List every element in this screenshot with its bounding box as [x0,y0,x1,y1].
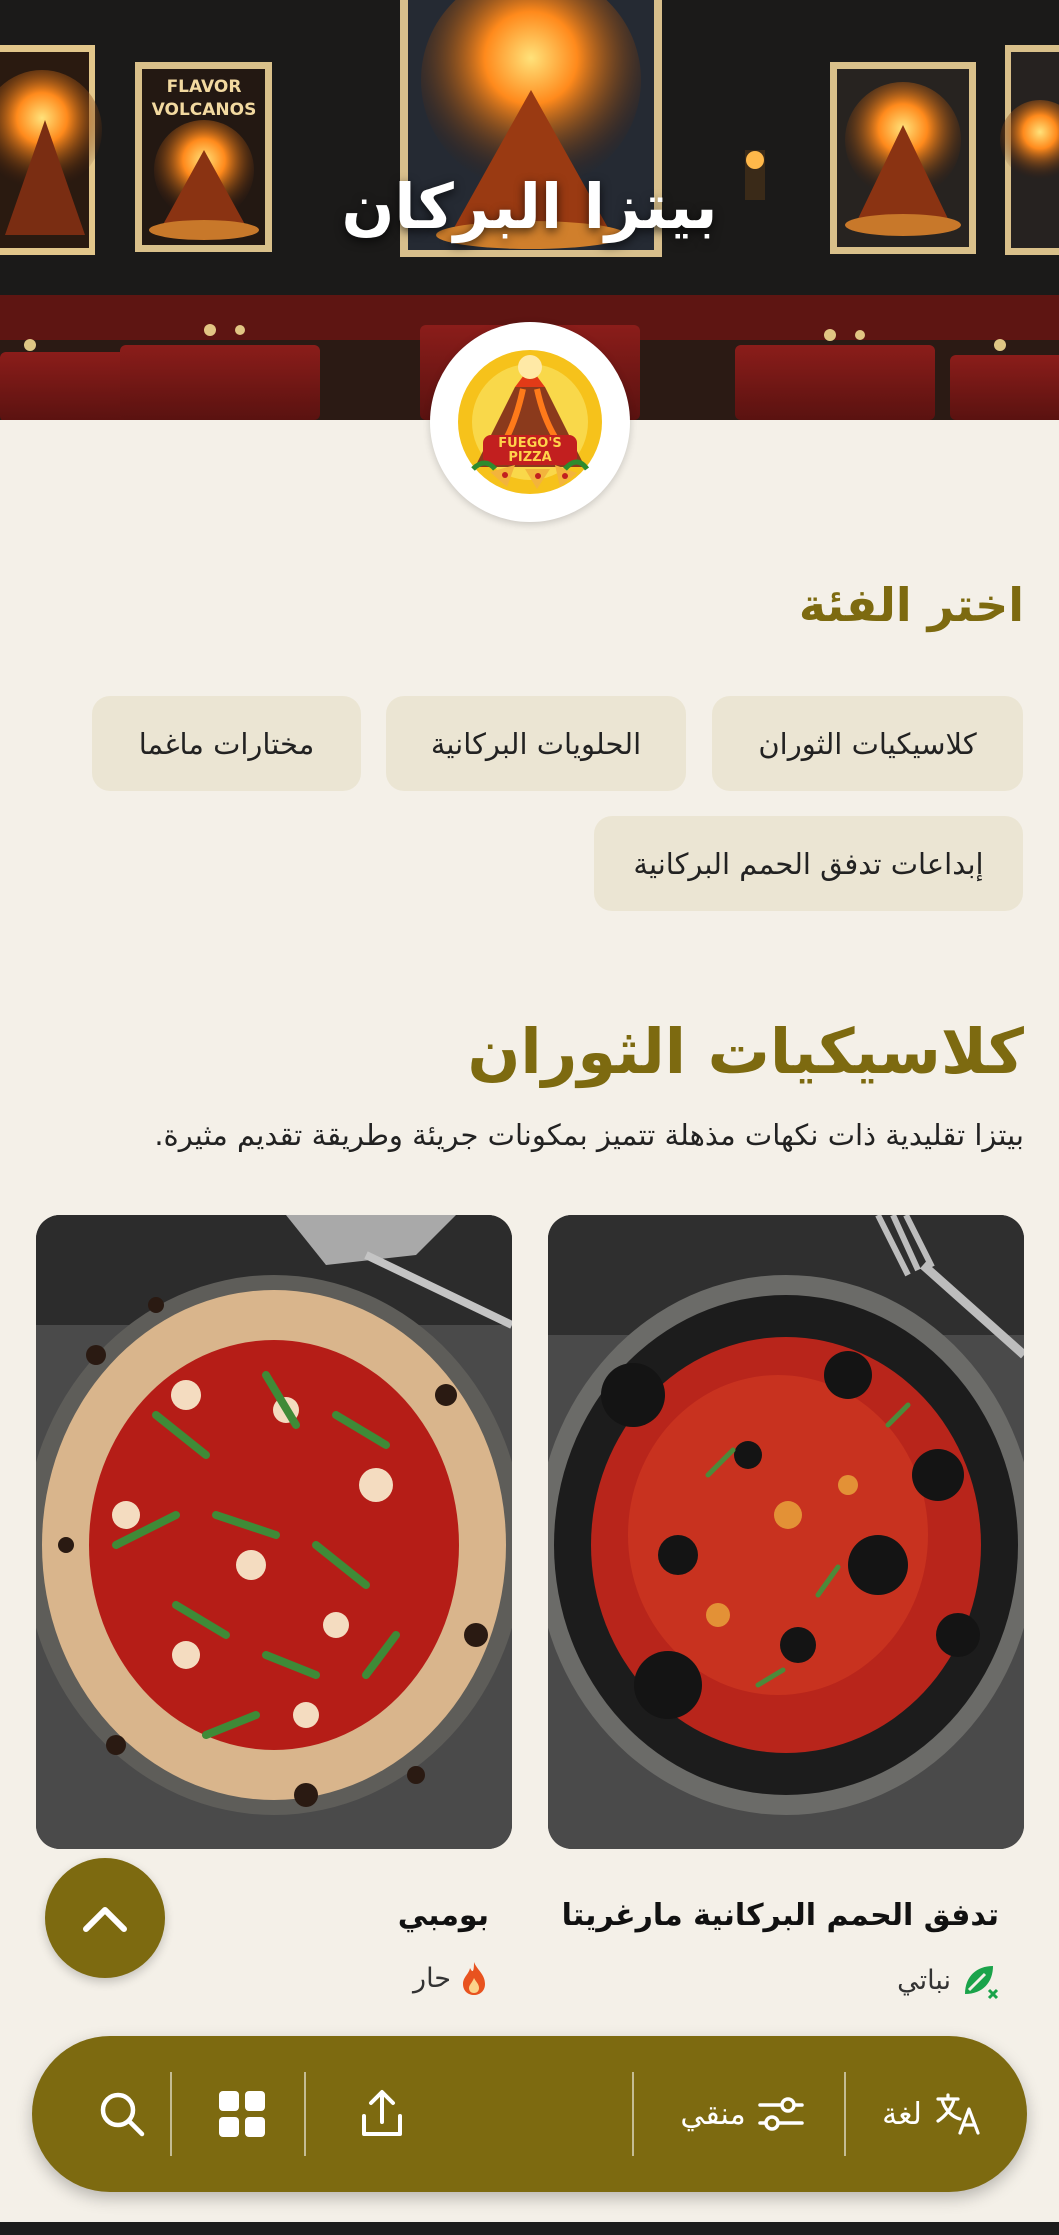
share-button[interactable] [317,2036,447,2192]
section-title: كلاسيكيات الثوران [467,1015,1024,1088]
system-navigation-edge [0,2222,1059,2235]
grid-view-button[interactable] [182,2036,302,2192]
vegetarian-leaf-icon [965,1966,999,2000]
product-name[interactable]: بومبي [398,1898,489,1933]
category-chip-magma-selections[interactable]: مختارات ماغما [92,696,361,791]
language-button[interactable]: لغة [857,2036,1007,2192]
share-icon [362,2090,402,2136]
search-button[interactable] [62,2036,182,2192]
svg-text:FLAVOR: FLAVOR [167,77,242,97]
filter-sliders-icon [757,2097,804,2131]
search-icon [100,2092,145,2137]
translate-icon [936,2093,980,2135]
category-chip-label: مختارات ماغما [138,726,315,761]
product-tag-spicy: حار [413,1960,489,1996]
category-chip-label: كلاسيكيات الثوران [758,726,977,761]
svg-text:FUEGO'S: FUEGO'S [498,436,561,451]
product-tag-label: نباتي [897,1964,951,1996]
category-heading: اختر الفئة [798,578,1024,632]
pizza-basil-image [36,1215,512,1849]
toolbar-divider [304,2072,306,2156]
bottom-toolbar: منقي لغة [32,2036,1027,2192]
svg-text:VOLCANOS: VOLCANOS [152,100,257,120]
toolbar-divider [632,2072,634,2156]
category-chip-lava-flow-creations[interactable]: إبداعات تدفق الحمم البركانية [594,816,1023,911]
charred-pizza-image [548,1215,1024,1849]
chevron-up-icon [83,1907,127,1932]
product-tag-vegetarian: نباتي [897,1960,999,2000]
language-label: لغة [882,2096,922,2132]
scroll-to-top-button[interactable] [45,1858,165,1978]
product-name[interactable]: تدفق الحمم البركانية مارغريتا [562,1898,999,1933]
volcano-pizza-logo-icon: FUEGO'S PIZZA [458,350,602,494]
category-chip-volcanic-desserts[interactable]: الحلويات البركانية [386,696,686,791]
restaurant-logo: FUEGO'S PIZZA [430,322,630,522]
product-image-pompeii[interactable] [36,1215,512,1849]
restaurant-name: بيتزا البركان [341,170,718,243]
toolbar-divider [844,2072,846,2156]
toolbar-divider [170,2072,172,2156]
filter-label: منقي [680,2096,746,2132]
grid-icon [219,2091,265,2137]
filter-button[interactable]: منقي [647,2036,837,2192]
category-chip-label: الحلويات البركانية [430,726,642,761]
category-chip-label: إبداعات تدفق الحمم البركانية [633,846,984,881]
fire-icon [463,1962,485,1995]
product-tag-label: حار [413,1962,451,1994]
product-image-lava-margherita[interactable] [548,1215,1024,1849]
category-chip-eruption-classics[interactable]: كلاسيكيات الثوران [712,696,1023,791]
section-description: بيتزا تقليدية ذات نكهات مذهلة تتميز بمكو… [154,1118,1024,1152]
svg-text:PIZZA: PIZZA [508,450,551,465]
